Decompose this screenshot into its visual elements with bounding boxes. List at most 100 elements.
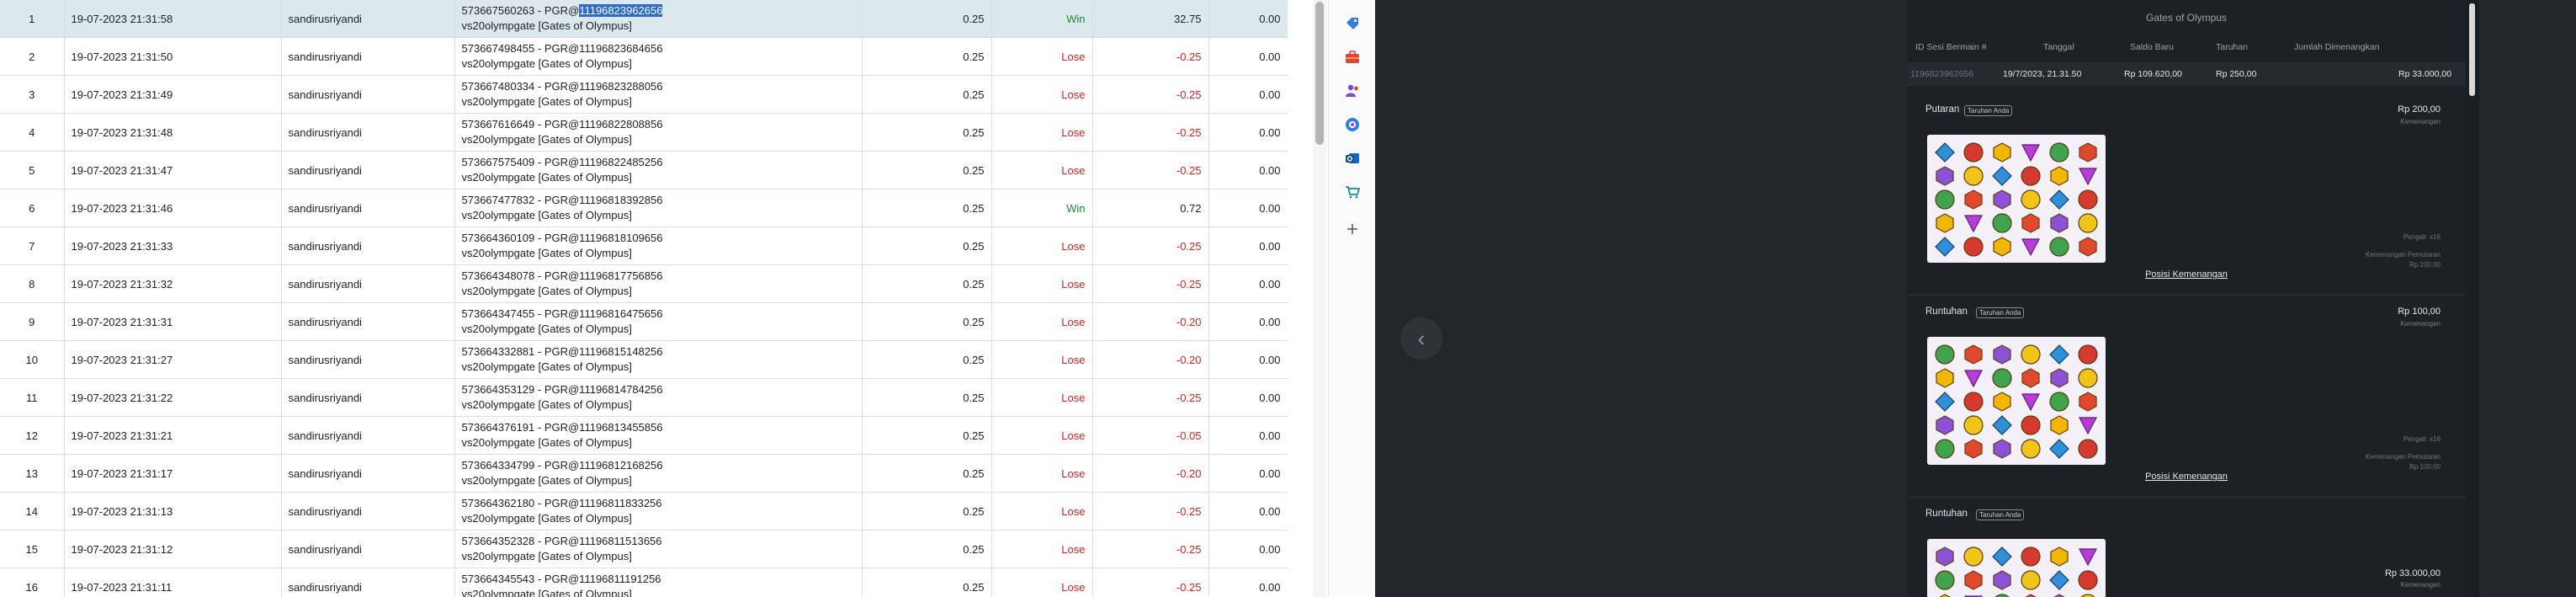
- table-row[interactable]: 12 19-07-2023 21:31:21 sandirusriyandi 5736…: [0, 416, 1288, 455]
- row-amount: -0.25: [1092, 75, 1209, 114]
- shopping-icon[interactable]: [1342, 182, 1362, 202]
- previous-arrow-button[interactable]: ‹: [1400, 317, 1442, 360]
- game-name: vs20olympgate [Gates of Olympus]: [461, 133, 632, 146]
- row-date: 19-07-2023 21:31:47: [64, 151, 282, 189]
- row-balance: 0.00: [1208, 378, 1288, 417]
- row-result: Lose: [991, 113, 1093, 152]
- table-row[interactable]: 14 19-07-2023 21:31:13 sandirusriyandi 5736…: [0, 492, 1288, 530]
- table-row[interactable]: 8 19-07-2023 21:31:32 sandirusriyandi 57366…: [0, 264, 1288, 303]
- row-date: 19-07-2023 21:31:22: [64, 378, 282, 417]
- symbol-icon: [2048, 189, 2070, 211]
- people-icon[interactable]: [1342, 81, 1362, 101]
- row-number: 3: [0, 75, 65, 114]
- row-bet: 0.25: [862, 37, 992, 76]
- table-row[interactable]: 4 19-07-2023 21:31:48 sandirusriyandi 57366…: [0, 113, 1288, 152]
- symbol-icon: [1963, 367, 1984, 389]
- symbol-icon: [2077, 569, 2099, 591]
- table-row[interactable]: 13 19-07-2023 21:31:17 sandirusriyandi 5736…: [0, 454, 1288, 493]
- symbol-icon: [2020, 593, 2042, 597]
- row-date: 19-07-2023 21:31:11: [64, 568, 282, 597]
- bet-badge: Taruhan Anda: [1964, 105, 2013, 116]
- row-balance: 0.00: [1208, 75, 1288, 114]
- row-date: 19-07-2023 21:31:12: [64, 530, 282, 568]
- row-game: 573664334799 - PGR@11196812168256 vs20oly…: [454, 454, 863, 493]
- row-date: 19-07-2023 21:31:31: [64, 302, 282, 341]
- row-number: 14: [0, 492, 65, 530]
- row-amount: -0.25: [1092, 37, 1209, 76]
- game-name: vs20olympgate [Gates of Olympus]: [461, 588, 632, 597]
- game-id-text: 573664348078 - PGR@11196817756856: [461, 269, 663, 282]
- row-result: Lose: [991, 264, 1093, 303]
- game-name: vs20olympgate [Gates of Olympus]: [461, 285, 632, 297]
- table-row[interactable]: 5 19-07-2023 21:31:47 sandirusriyandi 57366…: [0, 151, 1288, 189]
- game-id-text: 573667560263 - PGR@: [461, 4, 580, 17]
- row-number: 12: [0, 416, 65, 455]
- row-date: 19-07-2023 21:31:49: [64, 75, 282, 114]
- row-number: 16: [0, 568, 65, 597]
- row-bet: 0.25: [862, 530, 992, 568]
- row-amount: -0.25: [1092, 492, 1209, 530]
- section-amount-label: Kemenangan: [2400, 581, 2441, 589]
- game-name: vs20olympgate [Gates of Olympus]: [461, 171, 632, 184]
- table-scroll-thumb[interactable]: [1315, 2, 1324, 145]
- row-result: Lose: [991, 454, 1093, 493]
- game-history-area: ‹ Gates of Olympus ID Sesi Bermain # Tan…: [1375, 0, 2576, 597]
- row-balance: 0.00: [1208, 416, 1288, 455]
- transaction-table-container: 1 19-07-2023 21:31:58 sandirusriyandi 57366…: [0, 0, 1288, 597]
- row-bet: 0.25: [862, 568, 992, 597]
- row-date: 19-07-2023 21:31:48: [64, 113, 282, 152]
- winning-positions-link[interactable]: Posisi Kemenangan: [1907, 269, 2466, 280]
- table-scrollbar[interactable]: [1313, 0, 1326, 597]
- symbol-icon: [2020, 414, 2042, 436]
- toolbox-icon[interactable]: [1342, 47, 1362, 67]
- symbol-icon: [1934, 546, 1956, 568]
- game-id-text: 573664353129 - PGR@11196814784256: [461, 383, 663, 396]
- row-date: 19-07-2023 21:31:50: [64, 37, 282, 76]
- symbol-icon: [2077, 344, 2099, 365]
- row-game: 573664345543 - PGR@11196811191256 vs20oly…: [454, 568, 863, 597]
- table-row[interactable]: 11 19-07-2023 21:31:22 sandirusriyandi 5736…: [0, 378, 1288, 417]
- symbol-icon: [1991, 593, 2013, 597]
- table-row[interactable]: 10 19-07-2023 21:31:27 sandirusriyandi 5736…: [0, 340, 1288, 379]
- game-id-text: 573667498455 - PGR@11196823684656: [461, 42, 663, 55]
- symbol-icon: [2020, 546, 2042, 568]
- symbol-icon: [2077, 546, 2099, 568]
- row-username: sandirusriyandi: [281, 227, 455, 265]
- session-date: 19/7/2023, 21.31.50: [2003, 69, 2082, 79]
- table-row[interactable]: 9 19-07-2023 21:31:31 sandirusriyandi 57366…: [0, 302, 1288, 341]
- symbol-icon: [1963, 212, 1984, 234]
- symbol-icon: [2020, 212, 2042, 234]
- copilot-icon[interactable]: [1342, 115, 1362, 135]
- winning-positions-link[interactable]: Posisi Kemenangan: [1907, 472, 2466, 482]
- row-username: sandirusriyandi: [281, 454, 455, 493]
- game-id-text: 573667477832 - PGR@11196818392856: [461, 194, 663, 206]
- row-game: 573667560263 - PGR@11196823962656 vs20oly…: [454, 0, 863, 38]
- row-number: 8: [0, 264, 65, 303]
- panel-scroll-thumb[interactable]: [2469, 3, 2475, 96]
- table-row[interactable]: 15 19-07-2023 21:31:12 sandirusriyandi 5736…: [0, 530, 1288, 568]
- row-bet: 0.25: [862, 189, 992, 227]
- row-bet: 0.25: [862, 264, 992, 303]
- row-result: Lose: [991, 227, 1093, 265]
- table-row[interactable]: 1 19-07-2023 21:31:58 sandirusriyandi 57366…: [0, 0, 1288, 38]
- panel-scrollbar[interactable]: [2466, 0, 2479, 597]
- symbol-icon: [1991, 212, 2013, 234]
- row-bet: 0.25: [862, 340, 992, 379]
- table-row[interactable]: 2 19-07-2023 21:31:50 sandirusriyandi 57366…: [0, 37, 1288, 76]
- table-row[interactable]: 3 19-07-2023 21:31:49 sandirusriyandi 57366…: [0, 75, 1288, 114]
- tag-icon[interactable]: [1342, 13, 1362, 34]
- add-icon[interactable]: [1342, 219, 1362, 239]
- outlook-icon[interactable]: [1342, 148, 1362, 168]
- row-result: Lose: [991, 302, 1093, 341]
- symbol-icon: [1991, 414, 2013, 436]
- table-row[interactable]: 16 19-07-2023 21:31:11 sandirusriyandi 5736…: [0, 568, 1288, 597]
- row-game: 573664360109 - PGR@11196818109656 vs20oly…: [454, 227, 863, 265]
- symbol-icon: [2077, 593, 2099, 597]
- row-amount: -0.25: [1092, 264, 1209, 303]
- symbol-icon: [2020, 569, 2042, 591]
- symbol-icon: [2020, 141, 2042, 163]
- game-id-text: 573667480334 - PGR@11196823288056: [461, 80, 663, 93]
- row-username: sandirusriyandi: [281, 37, 455, 76]
- table-row[interactable]: 6 19-07-2023 21:31:46 sandirusriyandi 57366…: [0, 189, 1288, 227]
- table-row[interactable]: 7 19-07-2023 21:31:33 sandirusriyandi 57366…: [0, 227, 1288, 265]
